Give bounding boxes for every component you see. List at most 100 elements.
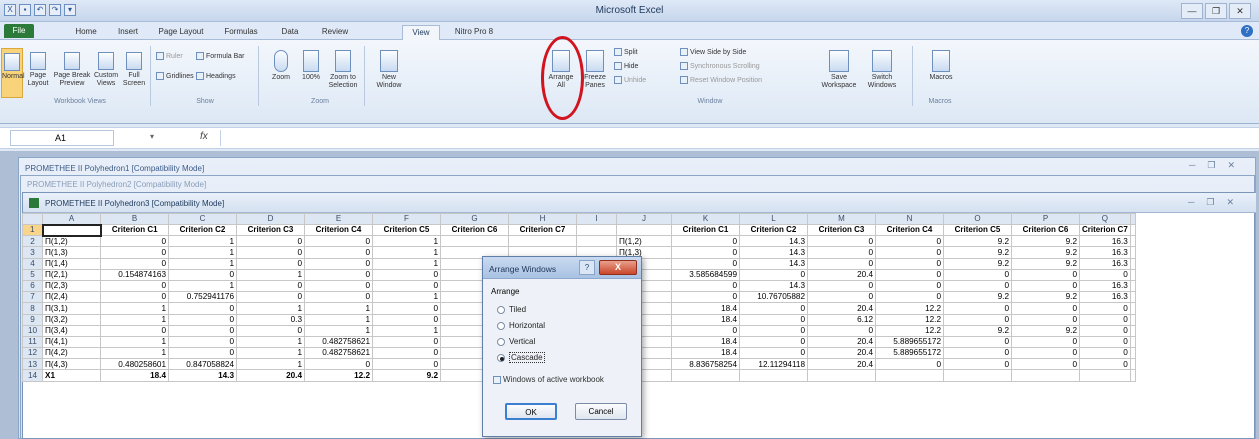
table-cell[interactable]: 0	[875, 291, 944, 304]
column-header[interactable]: G	[440, 213, 509, 225]
table-cell[interactable]: 1	[168, 279, 237, 293]
table-cell[interactable]: 0	[304, 358, 373, 371]
table-cell[interactable]: 0	[1011, 268, 1080, 281]
help-icon[interactable]: ?	[1241, 25, 1253, 37]
table-cell[interactable]	[807, 369, 876, 382]
table-cell[interactable]: 0	[304, 268, 373, 281]
table-cell[interactable]: 0.154874163	[100, 268, 169, 281]
table-cell[interactable]: 1	[168, 235, 237, 248]
table-cell[interactable]: 8.836758254	[671, 358, 740, 371]
close-button[interactable]: ✕	[1229, 3, 1251, 19]
table-cell[interactable]: 20.4	[807, 347, 876, 360]
header-cell[interactable]: Criterion C5	[943, 223, 1012, 237]
table-cell[interactable]	[440, 235, 509, 248]
table-cell[interactable]: 0	[739, 268, 808, 281]
table-cell[interactable]	[943, 369, 1012, 382]
table-cell[interactable]: 0	[236, 246, 305, 259]
header-cell[interactable]: Criterion C4	[875, 223, 944, 237]
cancel-button[interactable]: Cancel	[575, 403, 627, 420]
column-header[interactable]: M	[807, 213, 876, 225]
table-cell[interactable]: 0	[671, 257, 740, 270]
header-cell[interactable]: Criterion C3	[807, 223, 876, 237]
table-cell[interactable]: 1	[304, 302, 373, 315]
table-cell[interactable]: 0	[100, 257, 169, 270]
table-cell[interactable]: 0	[372, 268, 441, 281]
header-cell[interactable]	[616, 223, 672, 237]
table-cell[interactable]: 0	[807, 246, 876, 259]
table-cell[interactable]: 0	[943, 335, 1012, 349]
table-cell[interactable]: 0	[671, 246, 740, 259]
table-cell[interactable]: 0	[100, 279, 169, 293]
table-cell[interactable]: 0	[304, 279, 373, 293]
table-cell[interactable]: 9.2	[1011, 246, 1080, 259]
row-header[interactable]: 10	[22, 324, 43, 337]
header-cell[interactable]	[41, 223, 102, 237]
table-cell[interactable]: 0	[943, 347, 1012, 360]
table-cell[interactable]: 0	[1079, 324, 1131, 337]
table-cell[interactable]: 1	[236, 302, 305, 315]
table-cell[interactable]: 0	[100, 246, 169, 259]
table-cell[interactable]: 0	[168, 302, 237, 315]
table-cell[interactable]: 0	[671, 324, 740, 337]
header-cell[interactable]: Criterion C1	[100, 223, 169, 237]
table-cell[interactable]: 0	[372, 302, 441, 315]
table-cell[interactable]: 0	[100, 291, 169, 304]
table-cell[interactable]: 1	[168, 246, 237, 259]
table-cell[interactable]: 0	[372, 279, 441, 293]
table-cell[interactable]: Π(3,4)	[42, 324, 101, 337]
table-cell[interactable]: 0	[168, 347, 237, 360]
table-cell[interactable]: 0	[304, 246, 373, 259]
table-cell[interactable]: 0	[168, 335, 237, 349]
table-cell[interactable]: 10.76705882	[739, 291, 808, 304]
table-cell[interactable]: 0	[1011, 335, 1080, 349]
table-cell[interactable]: 0	[100, 235, 169, 248]
table-cell[interactable]: 0	[875, 257, 944, 270]
column-header[interactable]: I	[576, 213, 617, 225]
name-box-dropdown-icon[interactable]: ▾	[150, 132, 154, 141]
table-cell[interactable]: 9.2	[943, 324, 1012, 337]
table-cell[interactable]: 16.3	[1079, 257, 1131, 270]
table-cell[interactable]: Π(4,2)	[42, 347, 101, 360]
row-header[interactable]: 5	[22, 268, 43, 281]
table-cell[interactable]: 3.585684599	[671, 268, 740, 281]
table-cell[interactable]: 20.4	[807, 268, 876, 281]
row-header[interactable]: 2	[22, 235, 43, 248]
table-cell[interactable]: 9.2	[943, 257, 1012, 270]
table-cell[interactable]: 1	[372, 291, 441, 304]
table-cell[interactable]: 1	[304, 324, 373, 337]
table-cell[interactable]: 0	[1079, 268, 1131, 281]
row-header[interactable]: 12	[22, 347, 43, 360]
unhide-button[interactable]: Unhide	[614, 76, 646, 84]
column-header[interactable]: F	[372, 213, 441, 225]
synchronous-scrolling-button[interactable]: Synchronous Scrolling	[680, 62, 760, 70]
table-cell[interactable]: 0.482758621	[304, 347, 373, 360]
table-cell[interactable]: 0	[943, 268, 1012, 281]
table-cell[interactable]: 0	[943, 279, 1012, 293]
header-cell[interactable]: Criterion C6	[1011, 223, 1080, 237]
radio-cascade[interactable]: Cascade	[497, 352, 545, 363]
table-cell[interactable]: 0	[875, 235, 944, 248]
table-cell[interactable]: 0.482758621	[304, 335, 373, 349]
restore-button[interactable]: ❐	[1205, 3, 1227, 19]
windows-of-active-workbook-checkbox[interactable]: Windows of active workbook	[493, 375, 604, 384]
tab-view[interactable]: View	[402, 25, 440, 40]
table-cell[interactable]: 0	[304, 257, 373, 270]
table-cell[interactable]: 12.2	[875, 302, 944, 315]
zoom-100-button[interactable]: 100%	[298, 50, 324, 82]
table-cell[interactable]: 0	[236, 324, 305, 337]
column-header[interactable]: L	[739, 213, 808, 225]
table-cell[interactable]: 0	[1079, 347, 1131, 360]
table-cell[interactable]: 16.3	[1079, 291, 1131, 304]
row-header[interactable]: 11	[22, 335, 43, 349]
table-cell[interactable]: X1	[42, 369, 101, 382]
table-cell[interactable]: Π(1,2)	[616, 235, 672, 248]
table-cell[interactable]	[1079, 369, 1131, 382]
table-cell[interactable]: 0.752941176	[168, 291, 237, 304]
split-button[interactable]: Split	[614, 48, 638, 56]
table-cell[interactable]: 1	[236, 358, 305, 371]
table-cell[interactable]: 0	[943, 313, 1012, 326]
table-cell[interactable]: Π(3,2)	[42, 313, 101, 326]
column-header[interactable]: C	[168, 213, 237, 225]
table-cell[interactable]: Π(1,3)	[42, 246, 101, 259]
page-layout-button[interactable]: Page Layout	[25, 52, 51, 88]
